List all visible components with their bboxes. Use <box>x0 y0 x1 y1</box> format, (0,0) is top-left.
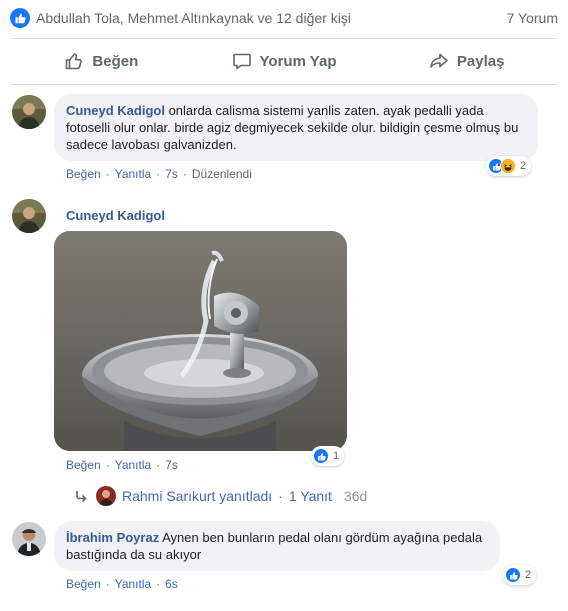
comment-timestamp[interactable]: 7s <box>165 458 178 472</box>
avatar[interactable] <box>12 522 46 556</box>
comment-like-link[interactable]: Beğen <box>66 577 101 591</box>
like-icon <box>505 567 521 583</box>
comment-label: Yorum Yap <box>259 52 337 70</box>
reaction-count: 1 <box>333 450 340 462</box>
like-icon <box>313 448 329 464</box>
comment-bubble: Cuneyd Kadigol onlarda calisma sistemi y… <box>54 94 538 161</box>
comment-reply-link[interactable]: Yanıtla <box>115 577 151 591</box>
edited-label: Düzenlendi <box>191 167 252 181</box>
like-label: Beğen <box>92 52 139 70</box>
comment-author[interactable]: İbrahim Poyraz <box>66 530 159 545</box>
comment-reactions[interactable]: 1 <box>311 446 345 466</box>
replies-time: 36d <box>343 488 368 504</box>
like-button[interactable]: Beğen <box>10 40 193 82</box>
like-icon <box>10 8 30 28</box>
view-replies[interactable]: Rahmi Sarıkurt yanıtladı · 1 Yanıt 36d <box>74 486 367 506</box>
comment-reply-link[interactable]: Yanıtla <box>115 167 151 181</box>
comment-author[interactable]: Cuneyd Kadigol <box>66 208 165 223</box>
share-icon <box>430 53 448 68</box>
comment-icon <box>232 53 251 70</box>
comment-reply-link[interactable]: Yanıtla <box>115 458 151 472</box>
comment-meta: Beğen · Yanıtla · 6s <box>66 577 178 591</box>
comment-button[interactable]: Yorum Yap <box>193 40 376 82</box>
reactors-names[interactable]: Abdullah Tola, Mehmet Altınkaynak ve 12 … <box>36 10 351 26</box>
comment-reactions[interactable]: 2 <box>486 156 532 176</box>
comment-like-link[interactable]: Beğen <box>66 167 101 181</box>
avatar[interactable] <box>12 95 46 129</box>
comment-reactions[interactable]: 2 <box>503 565 537 585</box>
divider <box>10 38 558 39</box>
comment-timestamp[interactable]: 6s <box>165 577 178 591</box>
share-button[interactable]: Paylaş <box>375 40 558 82</box>
thumbs-up-icon <box>66 53 83 70</box>
comment-count[interactable]: 7 Yorum <box>507 10 558 26</box>
drinking-fountain-photo[interactable] <box>54 231 347 451</box>
divider <box>10 84 558 85</box>
comment-meta: Beğen · Yanıtla · 7s · Düzenlendi <box>66 167 252 181</box>
reaction-count: 2 <box>520 160 527 172</box>
comment-author[interactable]: Cuneyd Kadigol <box>66 103 165 118</box>
action-bar: Beğen Yorum Yap Paylaş <box>10 40 558 82</box>
haha-icon <box>500 158 516 174</box>
reactions-summary: Abdullah Tola, Mehmet Altınkaynak ve 12 … <box>0 0 568 36</box>
comment-like-link[interactable]: Beğen <box>66 458 101 472</box>
comment-timestamp[interactable]: 7s <box>165 167 178 181</box>
reaction-count: 2 <box>525 569 532 581</box>
replier-avatar <box>96 486 116 506</box>
comment-bubble: İbrahim Poyraz Aynen ben bunların pedal … <box>54 521 500 571</box>
replies-count[interactable]: 1 Yanıt <box>289 488 332 504</box>
replies-author[interactable]: Rahmi Sarıkurt yanıtladı <box>122 488 272 504</box>
comment-meta: Beğen · Yanıtla · 7s <box>66 458 178 472</box>
avatar[interactable] <box>12 199 46 233</box>
reply-arrow-icon <box>76 491 87 503</box>
share-label: Paylaş <box>456 52 505 70</box>
